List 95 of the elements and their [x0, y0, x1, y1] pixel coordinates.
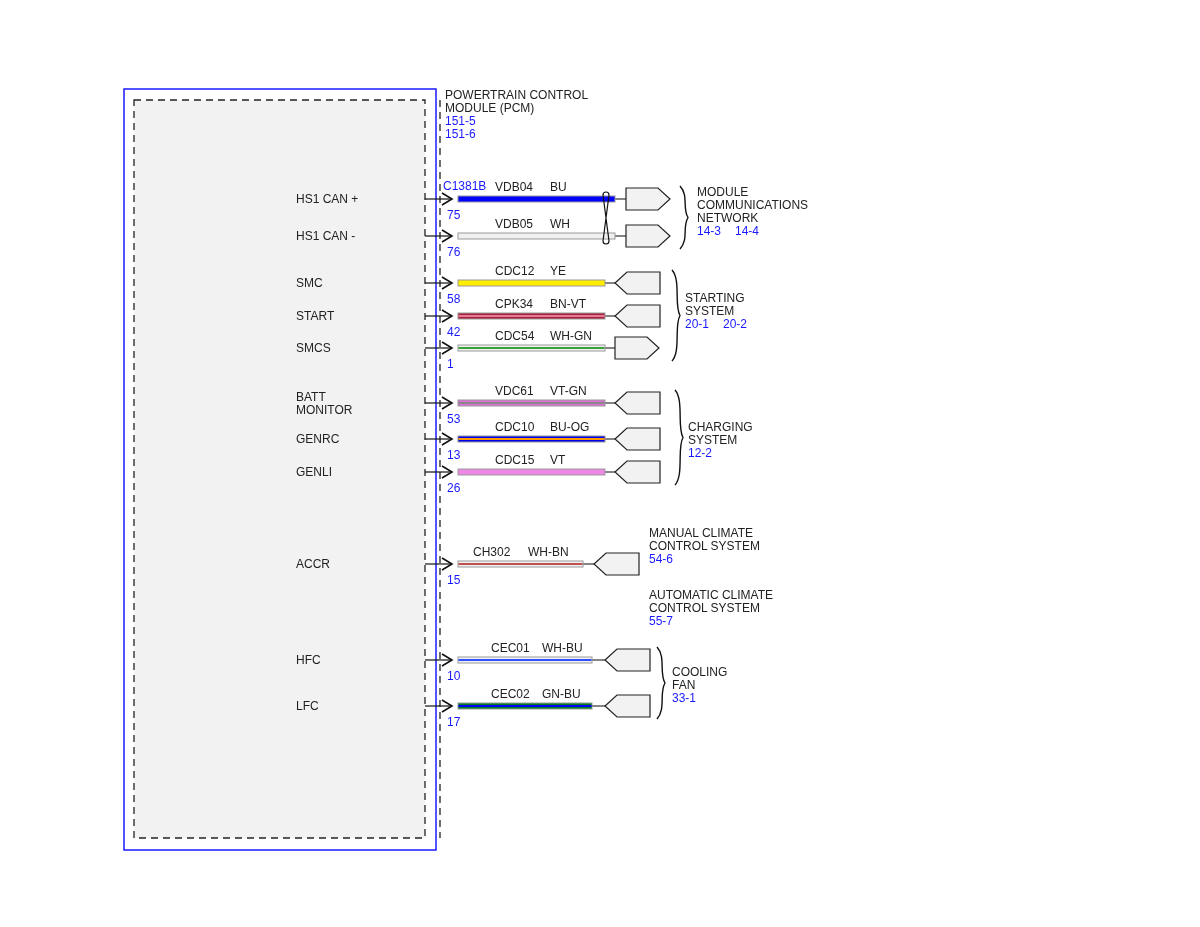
destination-label: MANUAL CLIMATE CONTROL SYSTEM — [649, 526, 760, 553]
lead-line — [604, 402, 616, 404]
lead-line — [424, 471, 453, 473]
pin-label: BATT MONITOR — [296, 389, 353, 417]
pin-number: 17 — [447, 715, 461, 729]
destination-label: STARTING SYSTEM — [685, 291, 745, 318]
page-reference: 33-1 — [672, 691, 697, 705]
lead-line — [582, 563, 595, 565]
destination-label: MODULE COMMUNICATIONS NETWORK — [697, 185, 809, 225]
connector-shape — [593, 552, 640, 576]
pin-label: GENLI — [296, 465, 332, 479]
lead-line — [424, 705, 453, 707]
wire-color-code: WH-BU — [542, 641, 583, 655]
wire-color-code: VT-GN — [550, 384, 587, 398]
module-title: POWERTRAIN CONTROL MODULE (PCM) — [445, 88, 589, 115]
circuit-label: CDC15 — [495, 453, 535, 467]
connector-shape — [614, 391, 661, 415]
destination-label: AUTOMATIC CLIMATE CONTROL SYSTEM — [649, 588, 773, 615]
wire-color-code: WH-BN — [528, 545, 569, 559]
page-reference: 151-6 — [445, 127, 476, 141]
lead-line — [604, 471, 616, 473]
connector-shape — [625, 187, 671, 211]
destination-label: CHARGING SYSTEM — [688, 420, 753, 447]
lead-line — [424, 347, 453, 349]
lead-line — [614, 198, 627, 200]
pin-label: SMCS — [296, 341, 331, 355]
lead-line — [424, 402, 453, 404]
lead-line — [604, 347, 616, 349]
pin-label: LFC — [296, 699, 319, 713]
lead-line — [424, 282, 453, 284]
wire-color-code: WH — [550, 217, 570, 231]
circuit-label: VDB05 — [495, 217, 534, 231]
pin-number: 13 — [447, 448, 461, 462]
pin-label: GENRC — [296, 432, 340, 446]
wire-color-code: BN-VT — [550, 297, 586, 311]
wire-color-code: YE — [550, 264, 566, 278]
pin-label: ACCR — [296, 557, 330, 571]
connector-shape — [625, 224, 671, 248]
lead-line — [424, 438, 453, 440]
page-reference: 14-3 — [697, 224, 722, 238]
pin-label: HS1 CAN - — [296, 229, 356, 243]
lead-line — [604, 438, 616, 440]
wire-color-code: BU — [550, 180, 567, 194]
circuit-label: VDB04 — [495, 180, 534, 194]
pin-label: SMC — [296, 276, 323, 290]
page-reference: 151-5 — [445, 114, 476, 128]
lead-line — [424, 235, 453, 237]
pin-number: 1 — [447, 357, 454, 371]
page-reference: 12-2 — [688, 446, 713, 460]
connector-shape — [614, 460, 661, 484]
pin-number: 75 — [447, 208, 461, 222]
destination-label: COOLING FAN — [672, 665, 728, 692]
pin-number: 10 — [447, 669, 461, 683]
pin-label: START — [296, 309, 335, 323]
page-reference: 20-2 — [723, 317, 748, 331]
lead-line — [424, 315, 453, 317]
page-reference: 20-1 — [685, 317, 710, 331]
circuit-label: VDC61 — [495, 384, 534, 398]
page-reference: 54-6 — [649, 552, 674, 566]
lead-line — [614, 235, 627, 237]
circuit-label: CEC02 — [491, 687, 530, 701]
connector-shape — [614, 271, 661, 295]
lead-line — [604, 315, 616, 317]
circuit-label: CH302 — [473, 545, 511, 559]
wire-color-code: BU-OG — [550, 420, 590, 434]
page-reference: 14-4 — [735, 224, 760, 238]
lead-line — [424, 198, 453, 200]
circuit-label: CEC01 — [491, 641, 530, 655]
pin-number: 76 — [447, 245, 461, 259]
wire-color-code: WH-GN — [550, 329, 592, 343]
connector-shape — [604, 648, 651, 672]
pin-number: 58 — [447, 292, 461, 306]
circuit-label: CDC54 — [495, 329, 535, 343]
pin-number: 53 — [447, 412, 461, 426]
connector-shape — [614, 304, 661, 328]
pin-number: 42 — [447, 325, 461, 339]
wire-color-code: VT — [550, 453, 566, 467]
pin-label: HS1 CAN + — [296, 192, 359, 206]
connector-shape — [604, 694, 651, 718]
circuit-label: CPK34 — [495, 297, 534, 311]
lead-line — [424, 659, 453, 661]
pin-number: 26 — [447, 481, 461, 495]
lead-line — [591, 705, 606, 707]
circuit-label: CDC12 — [495, 264, 535, 278]
lead-line — [424, 563, 453, 565]
pin-number: 15 — [447, 573, 461, 587]
connector-shape — [614, 427, 661, 451]
connector-shape — [614, 336, 660, 360]
circuit-label: CDC10 — [495, 420, 535, 434]
wire-color-code: GN-BU — [542, 687, 581, 701]
lead-line — [604, 282, 616, 284]
pin-label: HFC — [296, 653, 321, 667]
connector-id: C1381B — [443, 179, 487, 193]
lead-line — [591, 659, 606, 661]
page-reference: 55-7 — [649, 614, 674, 628]
